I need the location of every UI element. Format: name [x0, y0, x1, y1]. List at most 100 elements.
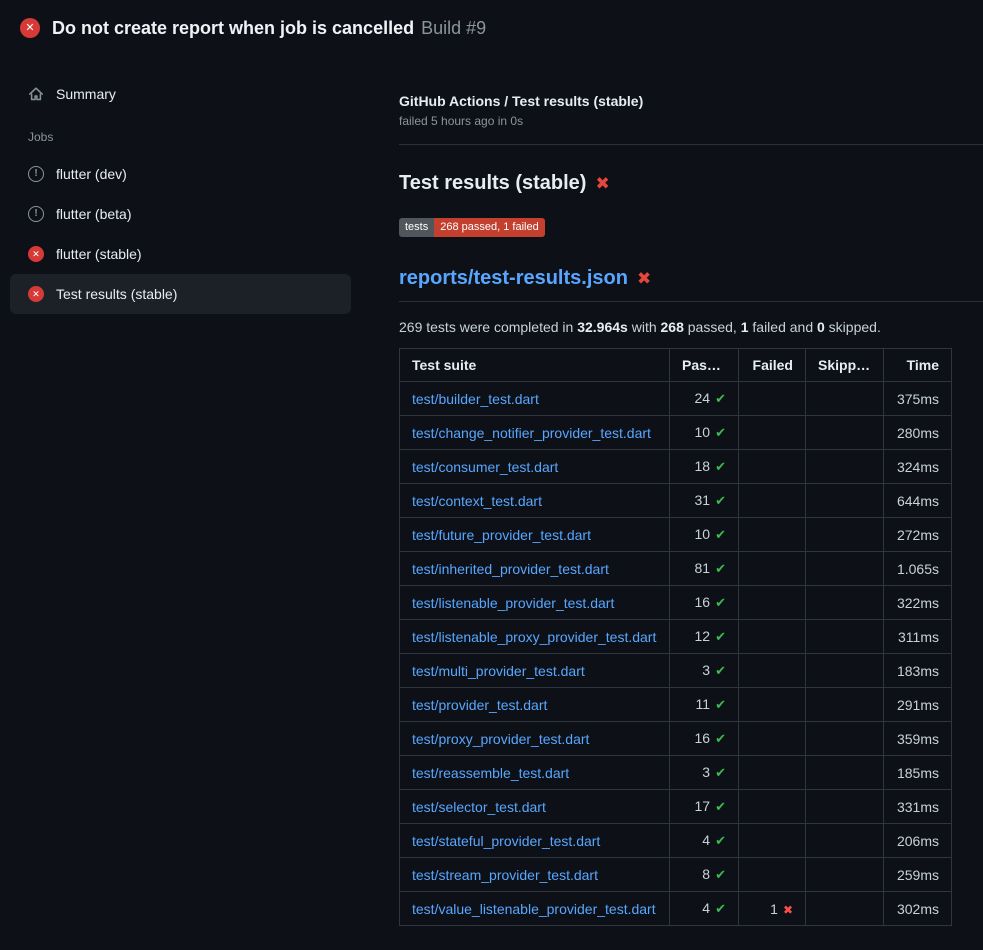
test-suite-link[interactable]: test/provider_test.dart: [412, 697, 547, 713]
passed-cell: 16✔: [670, 586, 739, 620]
jobs-section-label: Jobs: [10, 130, 351, 144]
table-row: test/reassemble_test.dart3✔185ms: [400, 756, 952, 790]
time-cell: 206ms: [884, 824, 952, 858]
check-icon: ✔: [715, 561, 726, 576]
sidebar-item-flutter-dev[interactable]: ! flutter (dev): [10, 154, 351, 194]
passed-count: 8: [702, 866, 710, 882]
failed-cell: 1✖: [739, 892, 806, 926]
summary-total-time: 32.964s: [577, 319, 628, 335]
test-suite-link[interactable]: test/selector_test.dart: [412, 799, 546, 815]
table-row: test/selector_test.dart 17✔ 331ms: [400, 790, 952, 824]
failed-status-icon: ✕: [28, 286, 44, 302]
check-icon: ✔: [715, 867, 726, 882]
passed-cell: 81✔: [670, 552, 739, 586]
passed-cell: 17✔: [670, 790, 739, 824]
passed-count: 18: [695, 458, 711, 474]
test-suite-link[interactable]: test/listenable_provider_test.dart: [412, 595, 614, 611]
run-title: Do not create report when job is cancell…: [52, 18, 486, 39]
test-suite-link[interactable]: test/builder_test.dart: [412, 391, 539, 407]
passed-count: 4: [702, 900, 710, 916]
failed-cell: [739, 484, 806, 518]
skipped-cell: [806, 688, 884, 722]
suite-cell: test/builder_test.dart: [400, 382, 670, 416]
neutral-status-icon: !: [28, 166, 44, 182]
time-cell: 280ms: [884, 416, 952, 450]
sidebar-item-flutter-beta[interactable]: ! flutter (beta): [10, 194, 351, 234]
divider: [399, 144, 983, 145]
passed-count: 4: [702, 832, 710, 848]
test-suite-link[interactable]: test/context_test.dart: [412, 493, 542, 509]
table-row: test/inherited_provider_test.dart81✔1.06…: [400, 552, 952, 586]
sidebar: Summary Jobs ! flutter (dev) ! flutter (…: [0, 56, 370, 314]
section-title: Test results (stable) ✖: [399, 172, 983, 195]
passed-cell: 11✔: [670, 688, 739, 722]
summary-text: skipped.: [825, 319, 881, 335]
test-suite-link[interactable]: test/inherited_provider_test.dart: [412, 561, 609, 577]
failed-cell: [739, 416, 806, 450]
skipped-cell: [806, 722, 884, 756]
breadcrumb: GitHub Actions / Test results (stable): [399, 93, 983, 109]
skipped-cell: [806, 756, 884, 790]
test-suite-link[interactable]: test/change_notifier_provider_test.dart: [412, 425, 651, 441]
failed-count: 1: [770, 901, 778, 917]
passed-count: 12: [695, 628, 711, 644]
time-cell: 291ms: [884, 688, 952, 722]
passed-count: 16: [695, 730, 711, 746]
table-row: test/value_listenable_provider_test.dart…: [400, 892, 952, 926]
table-row: test/future_provider_test.dart10✔272ms: [400, 518, 952, 552]
table-header-row: Test suite Passed Failed Skipped Time: [400, 349, 952, 382]
check-icon: ✔: [715, 527, 726, 542]
test-suite-link[interactable]: test/stream_provider_test.dart: [412, 867, 598, 883]
test-suite-link[interactable]: test/multi_provider_test.dart: [412, 663, 585, 679]
summary-text: passed,: [684, 319, 741, 335]
check-icon: ✔: [715, 901, 726, 916]
check-icon: ✔: [715, 833, 726, 848]
test-suite-link[interactable]: test/listenable_proxy_provider_test.dart: [412, 629, 656, 645]
skipped-cell: [806, 518, 884, 552]
suite-cell: test/multi_provider_test.dart: [400, 654, 670, 688]
summary-failed-count: 1: [741, 319, 749, 335]
table-row: test/stateful_provider_test.dart 4 ✔ 206ms: [400, 824, 952, 858]
suite-cell: test/inherited_provider_test.dart: [400, 552, 670, 586]
suite-cell: test/context_test.dart: [400, 484, 670, 518]
failed-cell: [739, 722, 806, 756]
sidebar-item-flutter-stable[interactable]: ✕ flutter (stable): [10, 234, 351, 274]
test-results-table: Test suite Passed Failed Skipped Time te…: [399, 348, 952, 926]
run-header: ✕ Do not create report when job is cance…: [0, 0, 983, 56]
test-suite-link[interactable]: test/proxy_provider_test.dart: [412, 731, 589, 747]
passed-cell: 3✔: [670, 654, 739, 688]
failed-cell: [739, 688, 806, 722]
passed-count: 16: [695, 594, 711, 610]
skipped-cell: [806, 824, 884, 858]
passed-count: 31: [695, 492, 711, 508]
sidebar-item-summary[interactable]: Summary: [10, 76, 351, 112]
failed-cell: [739, 620, 806, 654]
suite-cell: test/consumer_test.dart: [400, 450, 670, 484]
time-cell: 375ms: [884, 382, 952, 416]
test-suite-link[interactable]: test/consumer_test.dart: [412, 459, 558, 475]
time-cell: 331ms: [884, 790, 952, 824]
build-number: Build #9: [421, 18, 486, 38]
time-cell: 644ms: [884, 484, 952, 518]
check-icon: ✔: [715, 731, 726, 746]
report-file-link[interactable]: reports/test-results.json: [399, 267, 628, 290]
test-suite-link[interactable]: test/reassemble_test.dart: [412, 765, 569, 781]
check-icon: ✔: [715, 697, 726, 712]
suite-cell: test/provider_test.dart: [400, 688, 670, 722]
passed-cell: 8✔: [670, 858, 739, 892]
failed-cell: [739, 586, 806, 620]
passed-cell: 10✔: [670, 416, 739, 450]
main-content: GitHub Actions / Test results (stable) f…: [370, 56, 983, 926]
home-icon: [28, 86, 44, 102]
skipped-cell: [806, 586, 884, 620]
failed-status-icon: ✕: [28, 246, 44, 262]
failed-cell: [739, 756, 806, 790]
test-suite-link[interactable]: test/stateful_provider_test.dart: [412, 833, 600, 849]
test-suite-link[interactable]: test/value_listenable_provider_test.dart: [412, 901, 656, 917]
sidebar-item-test-results-stable[interactable]: ✕ Test results (stable): [10, 274, 351, 314]
skipped-cell: [806, 654, 884, 688]
suite-cell: test/future_provider_test.dart: [400, 518, 670, 552]
badge-value: 268 passed, 1 failed: [434, 218, 544, 237]
failed-x-icon: ✖: [637, 270, 651, 287]
test-suite-link[interactable]: test/future_provider_test.dart: [412, 527, 591, 543]
